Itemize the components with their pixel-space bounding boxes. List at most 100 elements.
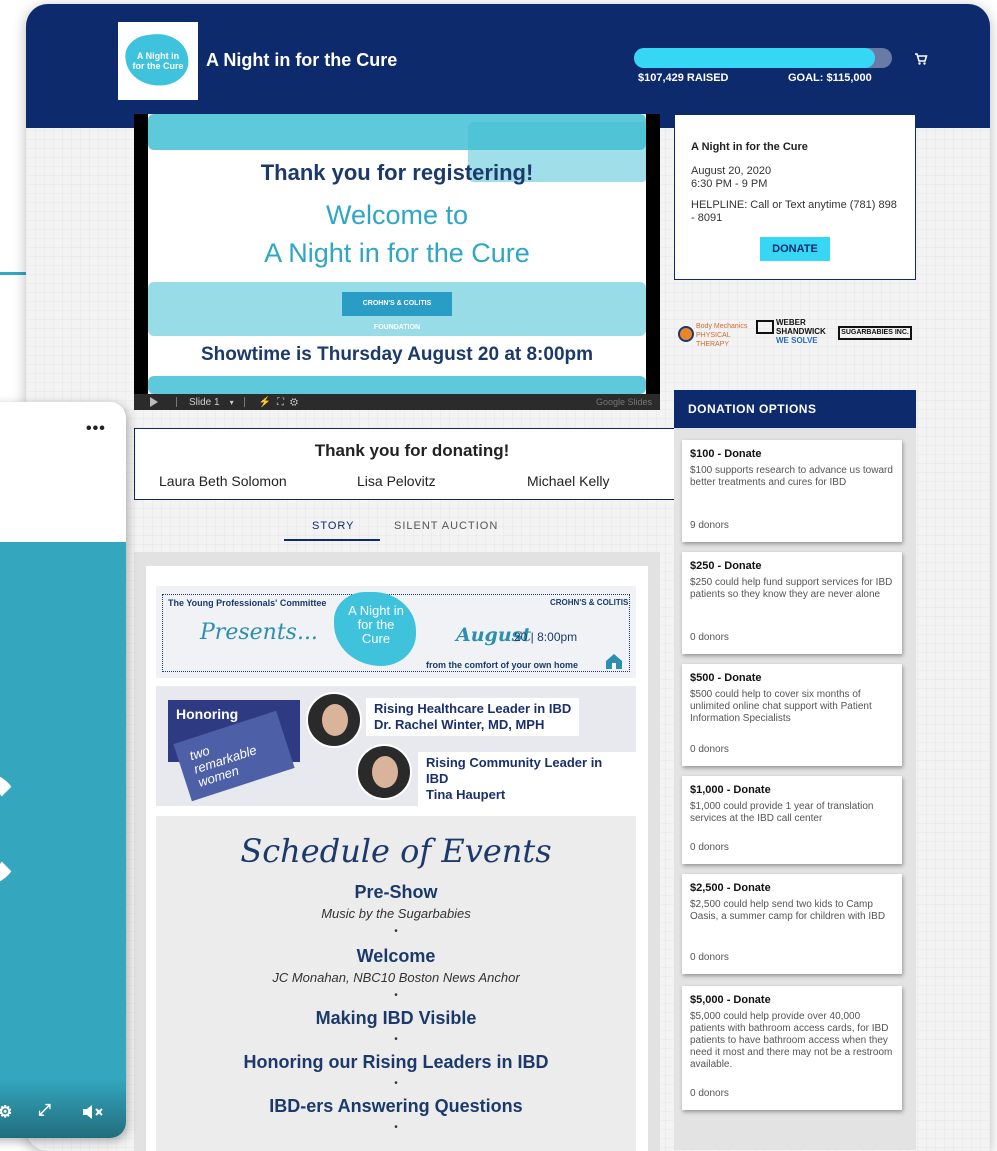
brush-stroke xyxy=(148,376,646,394)
sponsor-logo[interactable]: SUGARBABIES INC. xyxy=(838,326,912,340)
logo-text: A Night in for the Cure xyxy=(132,51,184,71)
slide-heading: Thank you for registering! xyxy=(260,160,534,185)
slide-event-name: A Night in for the Cure xyxy=(264,238,530,268)
fundraising-progress-bar xyxy=(634,48,892,68)
banner-time: 20 | 8:00pm xyxy=(514,630,578,644)
donor-name: Lisa Pelovitz xyxy=(357,473,436,489)
more-options-icon[interactable]: ••• xyxy=(86,420,106,438)
tab-silent-auction[interactable]: SILENT AUCTION xyxy=(394,520,498,532)
donation-option-count: 0 donors xyxy=(690,744,729,755)
donation-option-count: 0 donors xyxy=(690,1088,729,1099)
donation-option[interactable]: $2,500 - Donate $2,500 could help send t… xyxy=(682,874,902,974)
donation-option-title: $5,000 - Donate xyxy=(690,994,771,1006)
slides-controls: Slide 1 ▾ ⚡⛶⚙ Google Slides xyxy=(134,394,660,410)
schedule-divider: • xyxy=(394,1122,398,1133)
sponsor-logo[interactable]: WEBER SHANDWICK WE SOLVE xyxy=(756,318,828,348)
sponsor-name: Body Mechanics PHYSICAL THERAPY xyxy=(696,323,748,348)
site-title: A Night in for the Cure xyxy=(206,50,398,70)
browser-window: A Night in for the Cure A Night in for t… xyxy=(26,4,990,1151)
schedule-item: Pre-Show xyxy=(354,882,438,902)
banner-committee: The Young Professionals' Committee xyxy=(168,598,327,608)
donation-option-count: 0 donors xyxy=(690,632,729,643)
honoree-1-role: Rising Healthcare Leader in IBD xyxy=(374,701,572,716)
slide-1: Thank you for registering! Welcome to A … xyxy=(148,114,646,394)
avatar xyxy=(306,692,362,748)
mute-icon[interactable] xyxy=(82,1104,104,1120)
honorees-section: Honoring two remarkable women Rising Hea… xyxy=(156,686,636,806)
slide-selector[interactable]: Slide 1 xyxy=(189,397,220,408)
divider xyxy=(243,397,245,407)
event-banner: The Young Professionals' Committee Prese… xyxy=(156,586,636,678)
donation-option-desc: $2,500 could help send two kids to Camp … xyxy=(690,899,886,922)
donation-option-count: 9 donors xyxy=(690,520,729,531)
schedule-item-sub: JC Monahan, NBC10 Boston News Anchor xyxy=(272,970,520,985)
donation-option-title: $250 - Donate xyxy=(690,560,762,572)
cart-icon[interactable] xyxy=(914,52,928,66)
donation-option-title: $2,500 - Donate xyxy=(690,882,771,894)
screenshot-stage: A Night in for the Cure A Night in for t… xyxy=(0,0,997,1151)
donation-option-title: $500 - Donate xyxy=(690,672,762,684)
event-date: August 20, 2020 xyxy=(691,165,772,177)
gear-icon[interactable]: ⚙ xyxy=(0,1102,12,1122)
banner-presents: Presents... xyxy=(200,620,318,645)
honoree-1: Rising Healthcare Leader in IBD Dr. Rach… xyxy=(366,698,580,736)
schedule-item: Making IBD Visible xyxy=(315,1008,477,1028)
donation-option[interactable]: $5,000 - Donate $5,000 could help provid… xyxy=(682,986,902,1110)
honoree-1-name: Dr. Rachel Winter, MD, MPH xyxy=(374,717,545,732)
video-graphic xyxy=(0,774,24,884)
donation-option-desc: $1,000 could provide 1 year of translati… xyxy=(690,801,874,824)
site-logo[interactable]: A Night in for the Cure xyxy=(118,22,198,100)
donation-option-count: 0 donors xyxy=(690,842,729,853)
schedule-item: IBD-ers Answering Questions xyxy=(269,1096,523,1116)
donation-option[interactable]: $500 - Donate $500 could help to cover s… xyxy=(682,664,902,766)
video-frame[interactable]: ⚙ ⤢ xyxy=(0,542,126,1138)
story-panel: The Young Professionals' Committee Prese… xyxy=(134,552,660,1151)
donation-options-header: DONATION OPTIONS xyxy=(674,390,916,428)
video-player-card[interactable]: ••• ⚙ ⤢ xyxy=(0,402,126,1138)
donation-option[interactable]: $100 - Donate $100 supports research to … xyxy=(682,440,902,542)
slides-embed[interactable]: Thank you for registering! Welcome to A … xyxy=(134,114,660,410)
body-mechanics-icon xyxy=(678,326,694,342)
honoree-2: Rising Community Leader in IBD Tina Haup… xyxy=(418,752,636,806)
chevron-down-icon[interactable]: ▾ xyxy=(230,398,234,407)
donation-option-count: 0 donors xyxy=(690,952,729,963)
play-icon[interactable] xyxy=(150,397,158,407)
donate-button[interactable]: DONATE xyxy=(760,237,830,261)
divider xyxy=(176,397,177,407)
donation-option-desc: $5,000 could help provide over 40,000 pa… xyxy=(690,1011,893,1070)
fundraising-goal: GOAL: $115,000 xyxy=(788,72,872,84)
amount-raised: $107,429 RAISED xyxy=(638,72,729,84)
donation-option[interactable]: $1,000 - Donate $1,000 could provide 1 y… xyxy=(682,776,902,864)
donor-thanks-panel: Thank you for donating! Laura Beth Solom… xyxy=(134,428,690,500)
banner-tagline: from the comfort of your own home xyxy=(426,660,578,670)
site-header: A Night in for the Cure A Night in for t… xyxy=(26,4,990,128)
player-controls xyxy=(0,1078,126,1138)
event-time: 6:30 PM - 9 PM xyxy=(691,178,768,190)
banner-event-name: A Night in for the Cure xyxy=(348,603,404,646)
slide-org-logo: CROHN'S & COLITIS FOUNDATION xyxy=(342,292,452,331)
tab-story[interactable]: STORY xyxy=(312,520,355,532)
sponsor-tagline: WE SOLVE xyxy=(776,336,818,345)
event-name: A Night in for the Cure xyxy=(691,141,808,153)
slides-toolbar-icons[interactable]: ⚡⛶⚙ xyxy=(259,397,305,408)
avatar xyxy=(356,744,412,800)
donation-option-desc: $250 could help fund support services fo… xyxy=(690,577,893,600)
slide-welcome: Welcome to xyxy=(325,200,469,230)
sponsor-logo[interactable]: Body Mechanics PHYSICAL THERAPY xyxy=(678,322,748,348)
donor-name: Michael Kelly xyxy=(527,473,610,489)
expand-icon[interactable]: ⤢ xyxy=(38,1102,51,1120)
schedule-divider: • xyxy=(394,990,398,1001)
schedule-section: Schedule of Events Pre-Show Music by the… xyxy=(156,816,636,1151)
donation-option[interactable]: $250 - Donate $250 could help fund suppo… xyxy=(682,552,902,654)
donation-options-panel: DONATION OPTIONS $100 - Donate $100 supp… xyxy=(674,390,916,1150)
sponsor-logos: Body Mechanics PHYSICAL THERAPY WEBER SH… xyxy=(674,316,916,356)
schedule-item: Honoring our Rising Leaders in IBD xyxy=(243,1052,549,1072)
progress-fill xyxy=(634,48,875,68)
thanks-title: Thank you for donating! xyxy=(314,441,510,460)
donation-option-desc: $500 could help to cover six months of u… xyxy=(690,689,872,724)
banner-foundation-logo: CROHN'S & COLITIS xyxy=(550,598,629,607)
donation-option-title: $100 - Donate xyxy=(690,448,762,460)
event-helpline: HELPLINE: Call or Text anytime (781) 898… xyxy=(691,199,897,224)
event-info-panel: A Night in for the Cure August 20, 2020 … xyxy=(674,114,916,280)
donation-option-title: $1,000 - Donate xyxy=(690,784,771,796)
